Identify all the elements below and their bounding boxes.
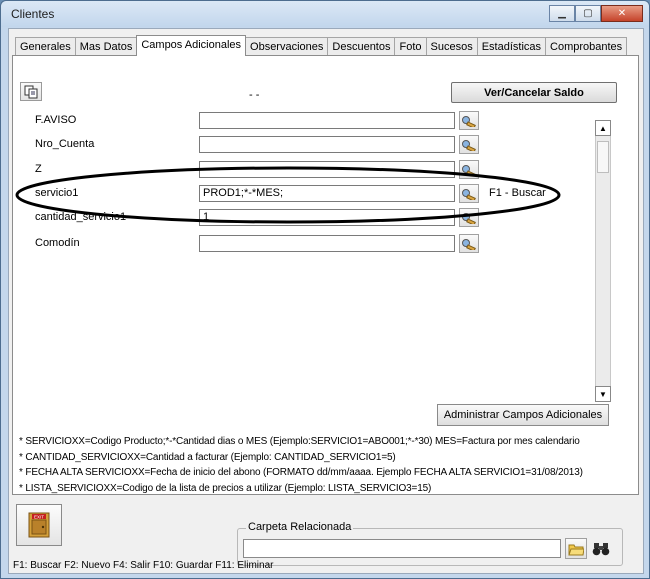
field-row: Z (23, 160, 613, 182)
carpeta-relacionada-group: Carpeta Relacionada (237, 521, 623, 566)
copy-icon (24, 85, 38, 98)
field-row: F.AVISO (23, 111, 613, 133)
exit-button[interactable]: EXIT (16, 504, 62, 546)
field-hint: F1 - Buscar (489, 187, 546, 199)
field-search-button[interactable] (459, 160, 479, 179)
tab-observaciones[interactable]: Observaciones (245, 37, 329, 56)
field-search-button[interactable] (459, 234, 479, 253)
tab-sucesos[interactable]: Sucesos (425, 37, 478, 56)
carpeta-label: Carpeta Relacionada (246, 521, 354, 533)
search-icon (462, 212, 476, 224)
field-search-button[interactable] (459, 135, 479, 154)
client-area: Generales Mas Datos Campos Adicionales O… (8, 28, 644, 574)
field-input-comodin[interactable] (199, 235, 455, 252)
exit-door-icon: EXIT (28, 512, 50, 538)
scroll-thumb[interactable] (597, 141, 609, 173)
clientes-window: Clientes ▁ ▢ ✕ Generales Mas Datos Campo… (0, 0, 650, 579)
exit-label: EXIT (34, 514, 44, 519)
search-icon (462, 139, 476, 151)
tab-strip: Generales Mas Datos Campos Adicionales O… (15, 35, 628, 56)
window-title: Clientes (11, 7, 55, 21)
client-indicator: - - (249, 89, 260, 101)
administrar-campos-adicionales-button[interactable]: Administrar Campos Adicionales (437, 404, 609, 426)
tab-mas-datos[interactable]: Mas Datos (74, 37, 138, 56)
binoculars-icon (592, 542, 610, 555)
field-search-button[interactable] (459, 208, 479, 227)
field-search-button[interactable] (459, 111, 479, 130)
triangle-up-icon: ▲ (599, 123, 607, 133)
ver-cancelar-saldo-button[interactable]: Ver/Cancelar Saldo (451, 82, 617, 103)
help-note: * LISTA_SERVICIOXX=Codigo de la lista de… (19, 482, 432, 494)
field-input-cantidad-servicio1[interactable]: 1 (199, 209, 455, 226)
help-note: * FECHA ALTA SERVICIOXX=Fecha de inicio … (19, 467, 583, 478)
campos-adicionales-panel: - - Ver/Cancelar Saldo F.AVISO Nro_Cuent… (12, 55, 639, 495)
scroll-down-button[interactable]: ▼ (595, 386, 611, 402)
field-input-nro-cuenta[interactable] (199, 136, 455, 153)
field-search-button[interactable] (459, 184, 479, 203)
minimize-icon: ▁ (558, 8, 566, 19)
field-label: F.AVISO (35, 114, 77, 126)
scroll-up-button[interactable]: ▲ (595, 120, 611, 136)
field-row: cantidad_servicio1 1 (23, 208, 613, 230)
search-icon (462, 238, 476, 250)
field-label: Comodín (35, 237, 80, 249)
field-label: Nro_Cuenta (35, 138, 95, 150)
title-bar[interactable]: Clientes ▁ ▢ ✕ (1, 1, 649, 27)
tab-estadisticas[interactable]: Estadísticas (476, 37, 547, 56)
maximize-button[interactable]: ▢ (575, 5, 601, 22)
field-input-z[interactable] (199, 161, 455, 178)
field-row: Nro_Cuenta (23, 135, 613, 157)
search-icon (462, 164, 476, 176)
copy-button[interactable] (20, 82, 42, 101)
tab-descuentos[interactable]: Descuentos (327, 37, 396, 56)
field-row: Comodín (23, 234, 613, 256)
close-button[interactable]: ✕ (601, 5, 643, 22)
fields-list: F.AVISO Nro_Cuenta Z servicio1 PROD1;*-*… (23, 111, 613, 401)
carpeta-input[interactable] (243, 539, 561, 558)
field-label: servicio1 (35, 187, 79, 199)
tab-generales[interactable]: Generales (15, 37, 76, 56)
field-row: servicio1 PROD1;*-*MES; F1 - Buscar (23, 184, 613, 206)
shortcut-status-bar: F1: Buscar F2: Nuevo F4: Salir F10: Guar… (13, 560, 274, 571)
fields-scrollbar[interactable]: ▲ ▼ (595, 120, 611, 402)
help-note: * CANTIDAD_SERVICIOXX=Cantidad a factura… (19, 451, 396, 463)
search-icon (462, 188, 476, 200)
field-input-servicio1[interactable]: PROD1;*-*MES; (199, 185, 455, 202)
maximize-icon: ▢ (583, 8, 593, 19)
folder-icon (568, 544, 584, 555)
field-input-f-aviso[interactable] (199, 112, 455, 129)
search-icon (462, 115, 476, 127)
help-notes: * SERVICIOXX=Codigo Producto;*-*Cantidad… (19, 434, 639, 496)
field-label: cantidad_servicio1 (35, 211, 127, 223)
tab-campos-adicionales[interactable]: Campos Adicionales (136, 35, 247, 56)
minimize-button[interactable]: ▁ (549, 5, 575, 22)
window-controls: ▁ ▢ ✕ (549, 5, 643, 22)
tab-comprobantes[interactable]: Comprobantes (545, 37, 628, 56)
search-folder-button[interactable] (590, 538, 612, 559)
field-label: Z (35, 163, 42, 175)
close-icon: ✕ (617, 8, 627, 19)
help-note: * SERVICIOXX=Codigo Producto;*-*Cantidad… (19, 436, 580, 447)
triangle-down-icon: ▼ (599, 389, 607, 399)
tab-foto[interactable]: Foto (394, 37, 427, 56)
open-folder-button[interactable] (565, 538, 587, 559)
